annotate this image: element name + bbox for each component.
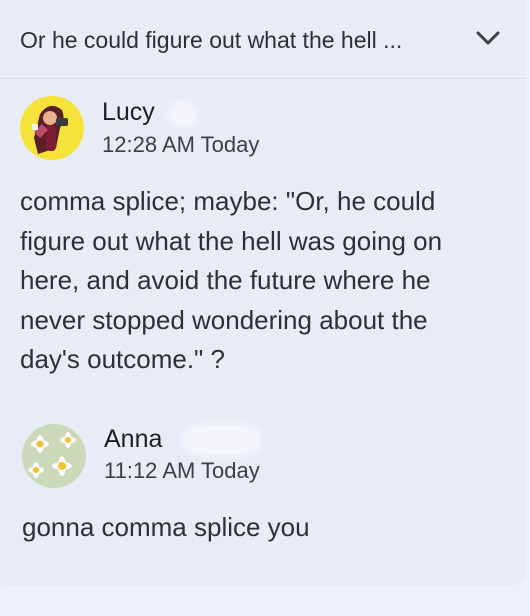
comment-body: comma splice; maybe: "Or, he could figur… — [20, 182, 442, 380]
author-name: Lucy — [102, 98, 155, 126]
chevron-down-icon[interactable] — [474, 24, 502, 52]
thread-header[interactable]: Or he could figure out what the hell ... — [0, 0, 526, 79]
comment-body-line: figure out what the hell was going on — [20, 225, 443, 256]
redacted-surname — [182, 424, 262, 456]
comment-body-line: never stopped wondering about the — [20, 304, 428, 335]
thread-preview-text: Or he could figure out what the hell ... — [20, 27, 403, 53]
daisy-avatar-illustration — [22, 424, 86, 488]
avatar[interactable] — [22, 424, 86, 488]
comment-body-line: gonna comma splice you — [22, 512, 310, 542]
avatar-illustration — [20, 96, 84, 160]
author-name: Anna — [104, 425, 163, 453]
comment-timestamp: 12:28 AM Today — [102, 132, 260, 157]
comment-body-line: day's outcome." ? — [20, 344, 225, 374]
comment-lucy: Lucy 12:28 AM Today comma splice; maybe:… — [0, 94, 526, 394]
comment-body-line: here, and avoid the future where he — [20, 265, 431, 295]
comment-timestamp: 11:12 AM Today — [104, 458, 260, 483]
redacted-surname — [168, 100, 198, 128]
comment-body: gonna comma splice you — [22, 508, 310, 548]
comment-anna: Anna 11:12 AM Today gonna comma splice y… — [0, 420, 526, 560]
comment-thread-card: Or he could figure out what the hell ...… — [0, 0, 526, 586]
comment-body-line: comma splice; maybe: "Or, he could — [20, 186, 436, 216]
avatar[interactable] — [20, 96, 84, 160]
